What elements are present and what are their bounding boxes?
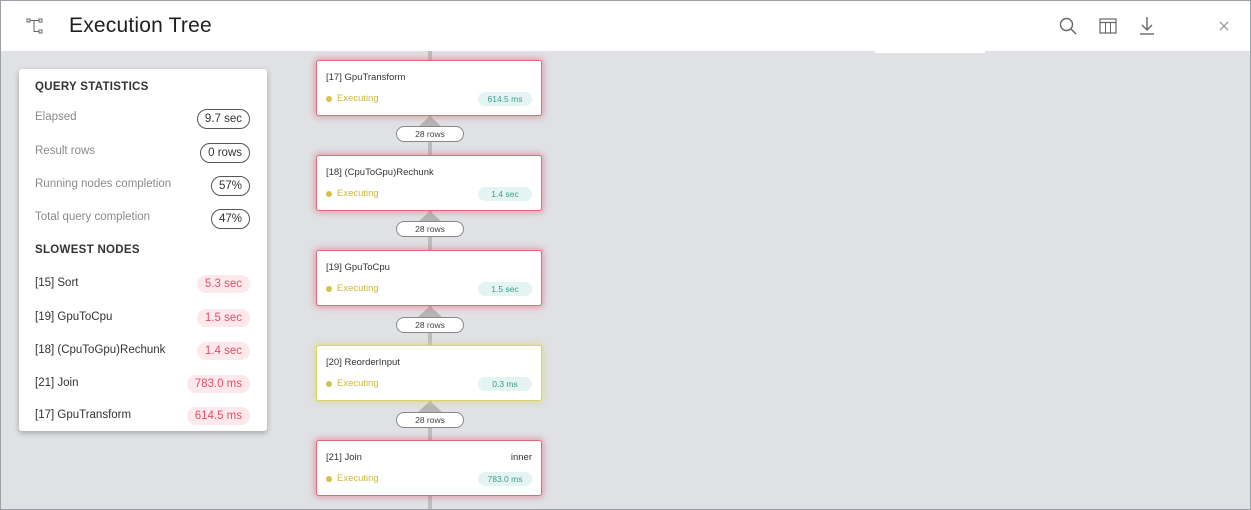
slowest-node-label: [21] Join bbox=[35, 377, 79, 389]
edge-rows-label: 28 rows bbox=[396, 126, 464, 142]
edge-rows-label: 28 rows bbox=[396, 412, 464, 428]
search-icon[interactable] bbox=[1057, 15, 1079, 37]
edge-arrow bbox=[418, 401, 442, 412]
execution-tree-icon bbox=[24, 15, 46, 37]
query-statistics-panel: QUERY STATISTICS Elapsed 9.7 sec Result … bbox=[19, 69, 267, 431]
node-status: Executing bbox=[337, 188, 379, 199]
slowest-node-label: [18] (CpuToGpu)Rechunk bbox=[35, 344, 166, 356]
node-status: Executing bbox=[337, 93, 379, 104]
stat-label-elapsed: Elapsed bbox=[35, 111, 77, 123]
page-title: Execution Tree bbox=[69, 14, 212, 37]
stat-value-result-rows: 0 rows bbox=[200, 143, 250, 163]
columns-icon[interactable] bbox=[1097, 15, 1119, 37]
status-dot bbox=[326, 286, 332, 292]
status-dot bbox=[326, 96, 332, 102]
node-name: [17] GpuTransform bbox=[326, 72, 406, 83]
node-status: Executing bbox=[337, 378, 379, 389]
node-time: 1.5 sec bbox=[478, 282, 532, 296]
status-dot bbox=[326, 191, 332, 197]
stat-value-running-nodes-completion: 57% bbox=[210, 176, 250, 196]
status-dot bbox=[326, 476, 332, 482]
header-divider bbox=[875, 51, 985, 53]
edge-arrow bbox=[418, 306, 442, 317]
header-bar: Execution Tree bbox=[1, 1, 1250, 51]
slowest-nodes-title: SLOWEST NODES bbox=[35, 244, 140, 256]
status-dot bbox=[326, 381, 332, 387]
slowest-node-time: 614.5 ms bbox=[186, 407, 250, 425]
node-join-type: inner bbox=[510, 452, 532, 463]
node-name: [19] GpuToCpu bbox=[326, 262, 390, 273]
slowest-node-time: 783.0 ms bbox=[186, 375, 250, 393]
node-time: 783.0 ms bbox=[478, 472, 532, 486]
slowest-node-time: 1.5 sec bbox=[196, 309, 250, 327]
node-status: Executing bbox=[337, 283, 379, 294]
node-time: 614.5 ms bbox=[478, 92, 532, 106]
close-icon[interactable] bbox=[1213, 15, 1235, 37]
slowest-node-label: [17] GpuTransform bbox=[35, 409, 132, 421]
node-time: 1.4 sec bbox=[478, 187, 532, 201]
stat-value-total-query-completion: 47% bbox=[210, 209, 250, 229]
tree-node-gputocpu[interactable]: [19] GpuToCpu Executing 1.5 sec bbox=[316, 250, 542, 306]
stat-value-elapsed: 9.7 sec bbox=[196, 109, 250, 129]
node-status: Executing bbox=[337, 473, 379, 484]
stat-label-result-rows: Result rows bbox=[35, 145, 96, 157]
slowest-node-label: [19] GpuToCpu bbox=[35, 311, 113, 323]
edge-rows-label: 28 rows bbox=[396, 221, 464, 237]
node-name: [18] (CpuToGpu)Rechunk bbox=[326, 167, 434, 178]
query-statistics-title: QUERY STATISTICS bbox=[35, 81, 149, 93]
tree-node-reorderinput[interactable]: [20] ReorderInput Executing 0.3 ms bbox=[316, 345, 542, 401]
node-time: 0.3 ms bbox=[478, 377, 532, 391]
node-name: [21] Join bbox=[326, 452, 362, 463]
download-icon[interactable] bbox=[1136, 15, 1158, 37]
edge-rows-label: 28 rows bbox=[396, 317, 464, 333]
tree-node-gputransform[interactable]: [17] GpuTransform Executing 614.5 ms bbox=[316, 60, 542, 116]
stat-label-running-nodes-completion: Running nodes completion bbox=[35, 178, 172, 190]
slowest-node-time: 1.4 sec bbox=[196, 342, 250, 360]
edge-line bbox=[428, 494, 432, 509]
node-name: [20] ReorderInput bbox=[326, 357, 400, 368]
execution-tree-window: Execution Tree 28 rows 28 rows 28 rows 2… bbox=[0, 0, 1251, 510]
slowest-node-label: [15] Sort bbox=[35, 277, 79, 289]
tree-node-cputogpu-rechunk[interactable]: [18] (CpuToGpu)Rechunk Executing 1.4 sec bbox=[316, 155, 542, 211]
tree-node-join[interactable]: [21] Join inner Executing 783.0 ms bbox=[316, 440, 542, 496]
slowest-node-time: 5.3 sec bbox=[196, 275, 250, 293]
stat-label-total-query-completion: Total query completion bbox=[35, 211, 151, 223]
